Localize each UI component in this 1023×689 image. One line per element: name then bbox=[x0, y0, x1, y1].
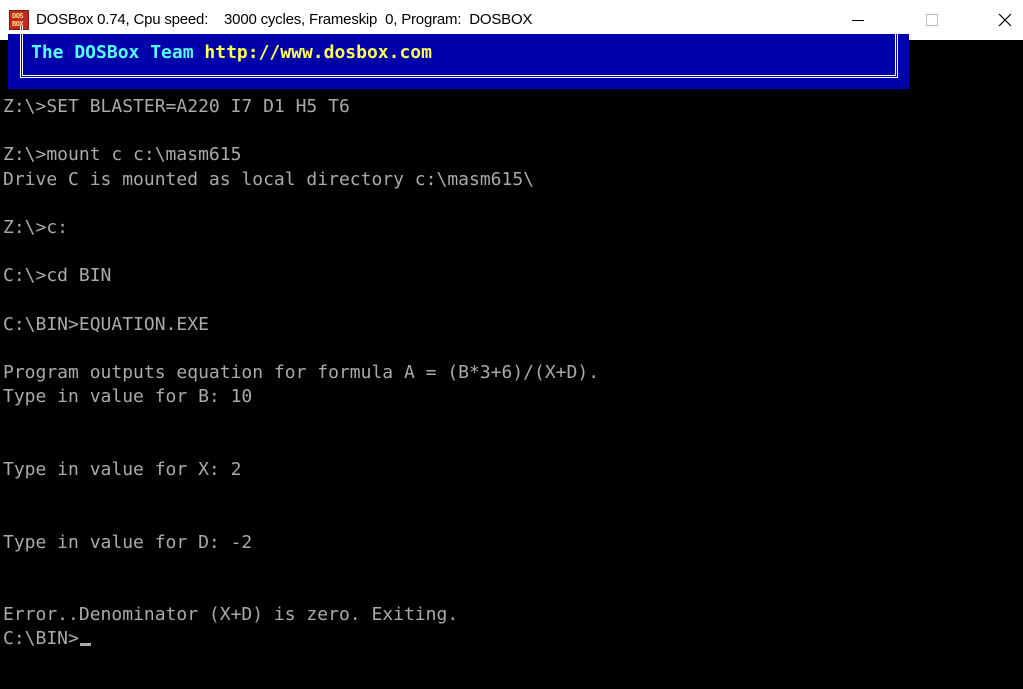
close-icon bbox=[998, 13, 1012, 27]
maximize-icon bbox=[926, 14, 938, 26]
console-line: Drive C is mounted as local directory c:… bbox=[3, 169, 535, 190]
console-line: Z:\>c: bbox=[3, 217, 69, 238]
console-line: Error..Denominator (X+D) is zero. Exitin… bbox=[3, 604, 459, 625]
banner-text: The DOSBox Team http://www.dosbox.com bbox=[31, 43, 432, 63]
dosbox-icon-top: DOS bbox=[12, 12, 24, 20]
console-line: C:\BIN> bbox=[3, 628, 91, 650]
dosbox-banner: The DOSBox Team http://www.dosbox.com bbox=[8, 26, 909, 89]
close-button[interactable] bbox=[982, 0, 1023, 40]
console-line: Z:\>mount c c:\masm615 bbox=[3, 144, 242, 165]
text-cursor bbox=[79, 643, 91, 646]
maximize-button[interactable] bbox=[909, 0, 955, 40]
banner-team: The DOSBox Team bbox=[31, 42, 194, 63]
banner-url[interactable]: http://www.dosbox.com bbox=[204, 42, 432, 63]
console-line: Type in value for B: 10 bbox=[3, 386, 253, 407]
console-line: Type in value for D: -2 bbox=[3, 532, 253, 553]
console-line: C:\>cd BIN bbox=[3, 265, 112, 286]
console-line: Type in value for X: 2 bbox=[3, 459, 242, 480]
console-line: C:\BIN>EQUATION.EXE bbox=[3, 314, 209, 335]
dosbox-window: DOS BOX DOSBox 0.74, Cpu speed: 3000 cyc… bbox=[0, 0, 1023, 689]
minimize-icon bbox=[852, 20, 864, 21]
console-line: Z:\>SET BLASTER=A220 I7 D1 H5 T6 bbox=[3, 96, 350, 117]
console-line: Program outputs equation for formula A =… bbox=[3, 362, 600, 383]
